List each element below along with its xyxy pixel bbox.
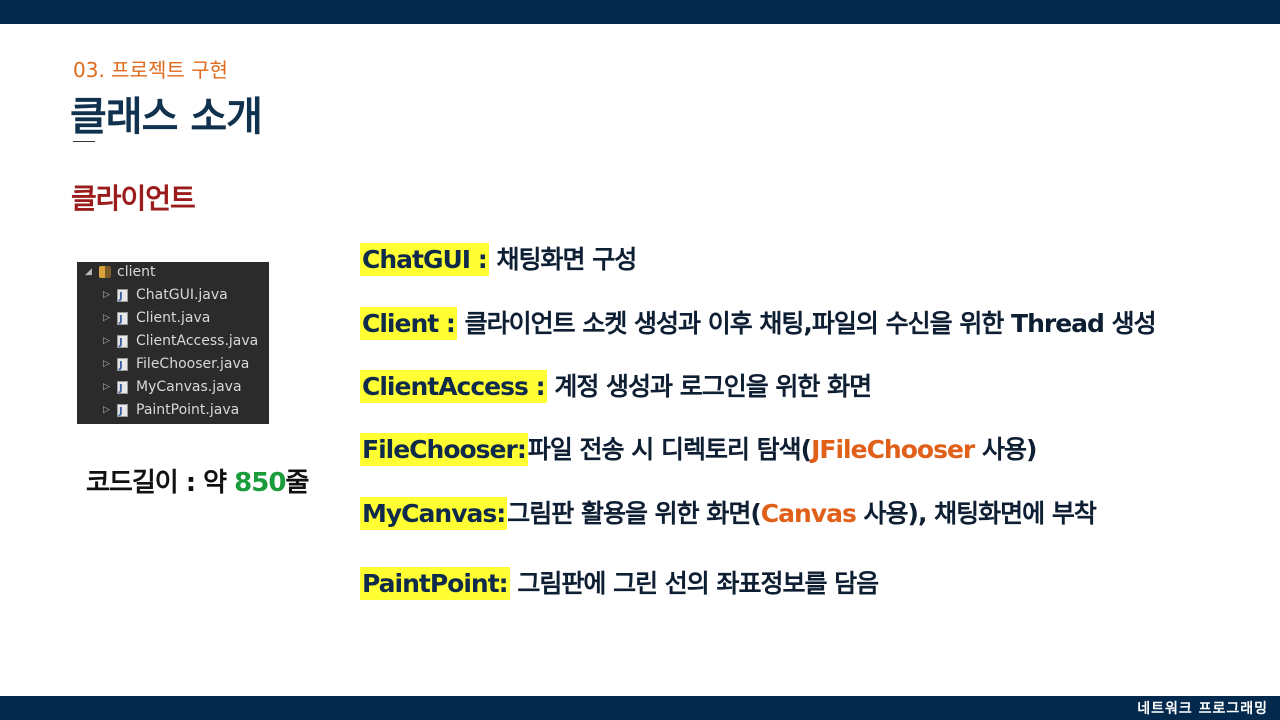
top-bar	[0, 0, 1280, 24]
collapsed-arrow-icon[interactable]: ▷	[103, 308, 117, 328]
code-length-note: 코드길이 : 약 850줄	[86, 462, 309, 499]
tree-root[interactable]: ◢ client	[85, 262, 155, 282]
class-row-mycanvas: MyCanvas:그림판 활용을 위한 화면(Canvas 사용), 채팅화면에…	[360, 494, 1097, 530]
class-desc: 계정 생성과 로그인을 위한 화면	[546, 372, 872, 401]
section-label: 03. 프로젝트 구현	[73, 58, 228, 82]
class-name: MyCanvas:	[360, 497, 508, 530]
tree-item[interactable]: ▷ FileChooser.java	[103, 354, 250, 376]
code-length-number: 850	[234, 468, 286, 498]
class-row-filechooser: FileChooser:파일 전송 시 디렉토리 탐색(JFileChooser…	[360, 430, 1037, 466]
tree-item[interactable]: ▷ Client.java	[103, 308, 211, 330]
project-tree: ◢ client ▷ ChatGUI.java ▷ Client.java ▷ …	[77, 262, 269, 424]
class-name: ClientAccess :	[360, 370, 547, 403]
class-name: ChatGUI :	[360, 243, 489, 276]
tree-item-label: ClientAccess.java	[136, 333, 259, 349]
tree-item[interactable]: ▷ ClientAccess.java	[103, 331, 259, 353]
tree-item-label: ChatGUI.java	[136, 287, 228, 303]
collapsed-arrow-icon[interactable]: ▷	[103, 354, 117, 374]
collapsed-arrow-icon[interactable]: ▷	[103, 285, 117, 305]
class-desc: 그림판에 그린 선의 좌표정보를 담음	[509, 569, 879, 598]
class-row-client: Client : 클라이언트 소켓 생성과 이후 채팅,파일의 수신을 위한 T…	[360, 304, 1157, 340]
class-desc-highlight: Canvas	[760, 499, 857, 528]
java-file-icon	[117, 402, 128, 422]
class-desc: 사용), 채팅화면에 부착	[855, 499, 1097, 528]
tree-item-label: Client.java	[136, 310, 211, 326]
tree-item[interactable]: ▷ PaintPoint.java	[103, 400, 240, 422]
class-desc: 클라이언트 소켓 생성과 이후 채팅,파일의 수신을 위한 Thread 생성	[456, 309, 1157, 338]
subsection-title: 클라이언트	[71, 182, 196, 215]
class-desc-highlight: JFileChooser	[811, 435, 975, 464]
class-row-chatgui: ChatGUI : 채팅화면 구성	[360, 240, 638, 276]
java-file-icon	[117, 287, 128, 307]
footer-label: 네트워크 프로그래밍	[1137, 701, 1268, 717]
package-icon	[99, 266, 111, 278]
tree-item-label: PaintPoint.java	[136, 402, 240, 418]
tree-item-label: FileChooser.java	[136, 356, 250, 372]
class-desc: 사용)	[974, 435, 1037, 464]
tree-item[interactable]: ▷ MyCanvas.java	[103, 377, 242, 399]
class-name: PaintPoint:	[360, 567, 510, 600]
tree-root-label: client	[117, 264, 156, 280]
class-desc: 그림판 활용을 위한 화면(	[507, 499, 762, 528]
code-length-label: 코드길이 : 약	[86, 468, 235, 498]
tree-item-label: MyCanvas.java	[136, 379, 242, 395]
class-name: FileChooser:	[360, 433, 528, 466]
java-file-icon	[117, 356, 128, 376]
tree-item[interactable]: ▷ ChatGUI.java	[103, 285, 228, 307]
code-length-unit: 줄	[285, 468, 309, 498]
class-desc: 채팅화면 구성	[488, 245, 638, 274]
expanded-arrow-icon[interactable]: ◢	[85, 262, 99, 282]
java-file-icon	[117, 379, 128, 399]
class-row-clientaccess: ClientAccess : 계정 생성과 로그인을 위한 화면	[360, 367, 872, 403]
java-file-icon	[117, 333, 128, 353]
collapsed-arrow-icon[interactable]: ▷	[103, 331, 117, 351]
bottom-bar: 네트워크 프로그래밍	[0, 696, 1280, 720]
page-title: 클래스 소개	[70, 94, 263, 140]
title-divider	[73, 141, 95, 142]
class-name: Client :	[360, 307, 457, 340]
class-desc: 파일 전송 시 디렉토리 탐색(	[527, 435, 812, 464]
java-file-icon	[117, 310, 128, 330]
class-row-paintpoint: PaintPoint: 그림판에 그린 선의 좌표정보를 담음	[360, 564, 879, 600]
collapsed-arrow-icon[interactable]: ▷	[103, 377, 117, 397]
collapsed-arrow-icon[interactable]: ▷	[103, 400, 117, 420]
